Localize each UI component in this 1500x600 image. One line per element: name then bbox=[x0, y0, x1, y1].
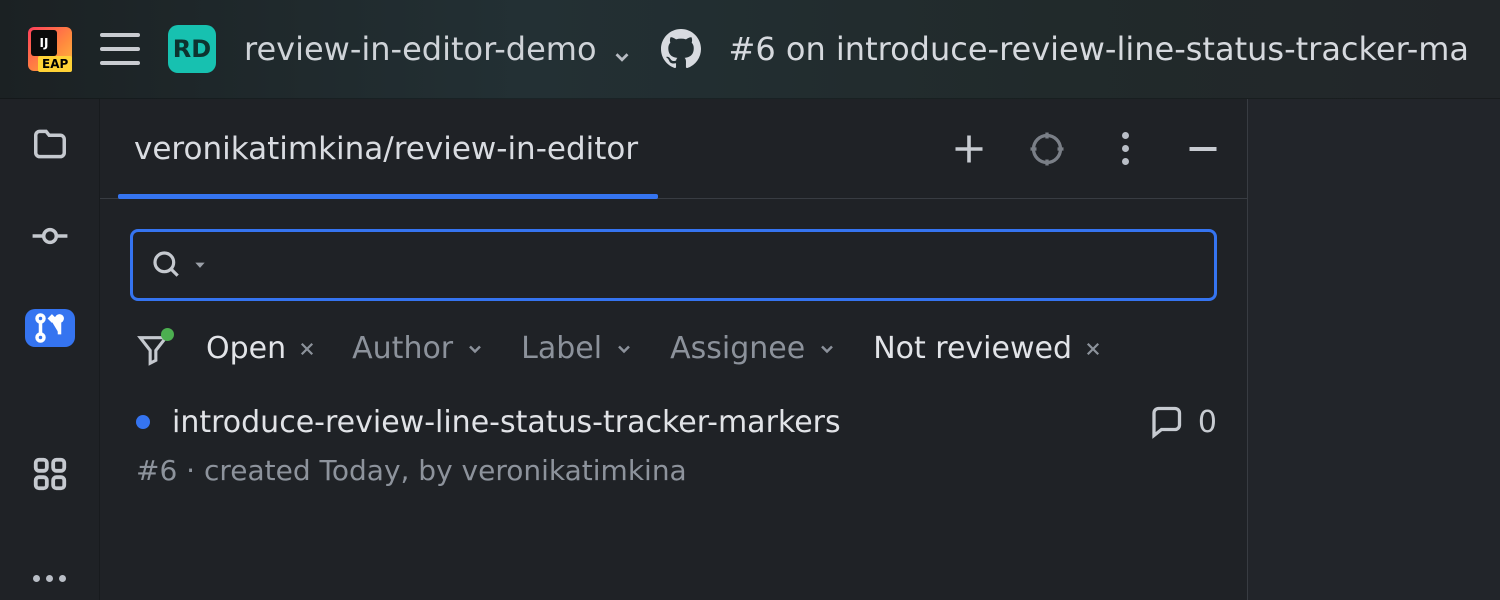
tool-sidebar bbox=[0, 99, 100, 600]
panel-tab-underline bbox=[118, 194, 658, 199]
chevron-down-icon bbox=[611, 38, 633, 60]
filter-active-dot bbox=[161, 328, 174, 341]
search-wrap bbox=[100, 199, 1247, 301]
github-icon bbox=[661, 29, 701, 69]
target-icon[interactable] bbox=[1029, 131, 1065, 167]
chevron-down-icon bbox=[614, 339, 634, 359]
chevron-down-icon bbox=[817, 339, 837, 359]
sidebar-more[interactable] bbox=[25, 565, 75, 592]
filter-not-reviewed-label: Not reviewed bbox=[873, 331, 1072, 366]
filter-assignee[interactable]: Assignee bbox=[670, 331, 837, 366]
sidebar-commit-tool[interactable] bbox=[25, 217, 75, 255]
new-pr-button[interactable] bbox=[951, 131, 987, 167]
unread-dot-icon bbox=[136, 415, 150, 429]
minimize-panel-button[interactable] bbox=[1185, 131, 1221, 167]
pr-panel: veronikatimkina/review-in-editor bbox=[100, 99, 1248, 600]
filter-open[interactable]: Open bbox=[206, 331, 316, 366]
project-chip[interactable]: RD bbox=[168, 25, 216, 73]
filter-bar: Open Author Label Assignee Not reviewed bbox=[100, 301, 1247, 366]
app-icon-label: IJ bbox=[31, 30, 57, 56]
search-icon bbox=[151, 249, 183, 281]
pr-title: introduce-review-line-status-tracker-mar… bbox=[172, 405, 841, 440]
body: veronikatimkina/review-in-editor bbox=[0, 99, 1500, 600]
editor-area bbox=[1248, 99, 1500, 600]
pr-list: introduce-review-line-status-tracker-mar… bbox=[100, 366, 1247, 487]
main: veronikatimkina/review-in-editor bbox=[100, 99, 1500, 600]
filter-open-label: Open bbox=[206, 331, 286, 366]
comment-icon bbox=[1148, 404, 1184, 440]
panel-header: veronikatimkina/review-in-editor bbox=[100, 99, 1247, 199]
pr-subtitle: #6 · created Today, by veronikatimkina bbox=[136, 454, 1217, 487]
search-input[interactable] bbox=[217, 249, 1196, 282]
project-name-label: review-in-editor-demo bbox=[244, 30, 597, 68]
filter-assignee-label: Assignee bbox=[670, 331, 805, 366]
filter-label[interactable]: Label bbox=[521, 331, 634, 366]
pr-comments-count: 0 bbox=[1198, 405, 1217, 440]
app-icon: IJ EAP bbox=[28, 27, 72, 71]
filter-label-label: Label bbox=[521, 331, 602, 366]
chevron-down-icon bbox=[193, 258, 207, 272]
eap-badge: EAP bbox=[38, 56, 72, 72]
project-selector[interactable]: review-in-editor-demo bbox=[244, 30, 633, 68]
title-bar: IJ EAP RD review-in-editor-demo #6 on in… bbox=[0, 0, 1500, 99]
sidebar-pull-requests-tool[interactable] bbox=[25, 309, 75, 347]
panel-title[interactable]: veronikatimkina/review-in-editor bbox=[134, 131, 638, 167]
sidebar-structure-tool[interactable] bbox=[25, 455, 75, 493]
vcs-breadcrumb[interactable]: #6 on introduce-review-line-status-track… bbox=[729, 30, 1470, 68]
panel-more-menu[interactable] bbox=[1107, 131, 1143, 167]
filter-author[interactable]: Author bbox=[352, 331, 485, 366]
close-icon[interactable] bbox=[298, 340, 316, 358]
filter-icon[interactable] bbox=[136, 332, 170, 366]
close-icon[interactable] bbox=[1084, 340, 1102, 358]
pr-comments: 0 bbox=[1148, 404, 1217, 440]
sidebar-project-tool[interactable] bbox=[25, 125, 75, 163]
filter-author-label: Author bbox=[352, 331, 453, 366]
main-menu-icon[interactable] bbox=[100, 33, 140, 65]
filter-not-reviewed[interactable]: Not reviewed bbox=[873, 331, 1102, 366]
search-box[interactable] bbox=[130, 229, 1217, 301]
chevron-down-icon bbox=[465, 339, 485, 359]
pr-item[interactable]: introduce-review-line-status-tracker-mar… bbox=[136, 404, 1217, 440]
